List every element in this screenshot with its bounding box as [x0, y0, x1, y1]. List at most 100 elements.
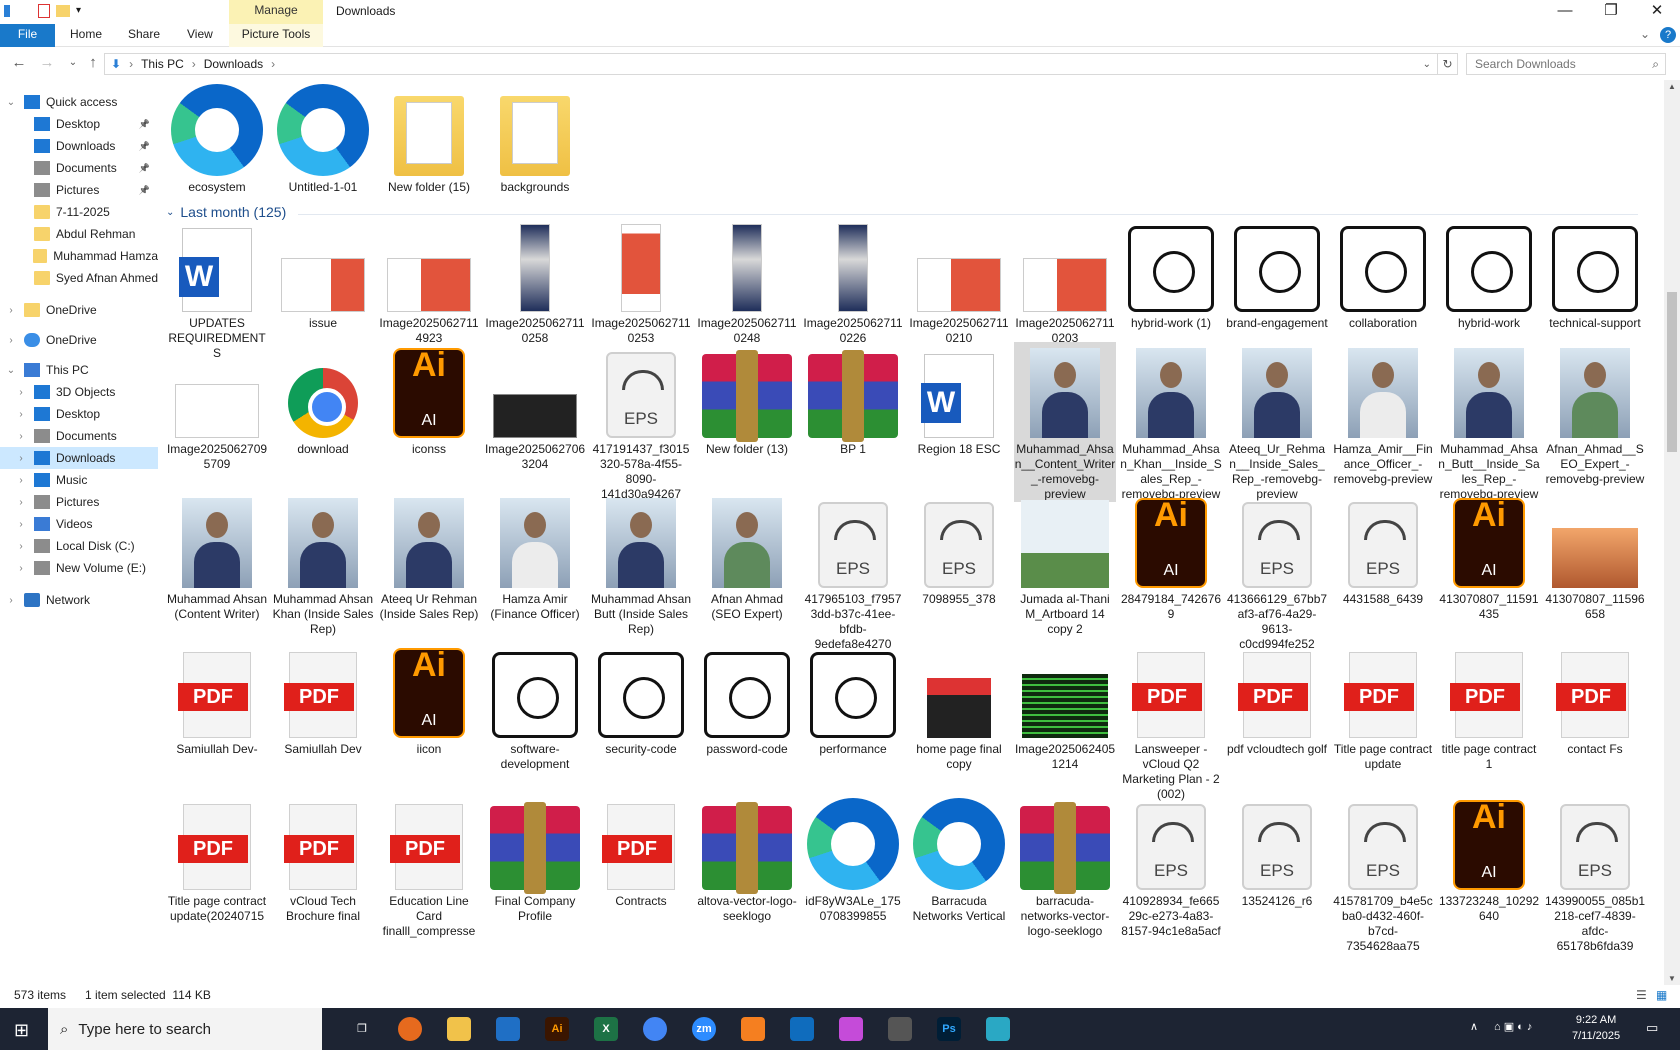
scroll-up-icon[interactable]: ▲ — [1668, 82, 1676, 91]
scrollbar-thumb[interactable] — [1667, 292, 1677, 452]
chrome-icon[interactable] — [643, 1017, 667, 1041]
xampp-icon[interactable] — [741, 1017, 765, 1041]
outlook-icon[interactable] — [790, 1017, 814, 1041]
clock[interactable]: 9:22 AM 7/11/2025 — [1572, 1012, 1620, 1044]
file-item[interactable]: collaboration — [1332, 216, 1434, 331]
start-windows-icon[interactable]: ⊞ — [14, 1020, 29, 1041]
file-item[interactable]: New folder (13) — [696, 342, 798, 457]
file-item[interactable]: PDF pdf vcloudtech golf — [1226, 642, 1328, 757]
file-item[interactable]: EPS 4431588_6439 — [1332, 492, 1434, 607]
nav-item-network[interactable]: › Network — [0, 589, 158, 611]
file-item[interactable]: Muhammad_Ahsan_Butt__Inside_Sales_Rep_-r… — [1438, 342, 1540, 502]
nav-item-new-volume-e[interactable]: › New Volume (E:) — [0, 557, 158, 579]
file-item[interactable]: PDF Lansweeper - vCloud Q2 Marketing Plan… — [1120, 642, 1222, 802]
up-arrow-icon[interactable]: ↑ — [84, 54, 102, 72]
search-input[interactable] — [1475, 57, 1645, 71]
file-item[interactable]: Image20250627110253 — [590, 216, 692, 346]
file-item[interactable]: Muhammad Ahsan Khan (Inside Sales Rep) — [272, 492, 374, 637]
pin-icon[interactable]: 📌 — [139, 141, 150, 152]
recent-locations-chevron-icon[interactable]: ⌄ — [64, 54, 82, 72]
file-item[interactable]: EPS 143990055_085b1218-cef7-4839-afdc-651… — [1544, 794, 1646, 954]
file-item[interactable]: PDF vCloud Tech Brochure final — [272, 794, 374, 924]
chevron-right-icon[interactable]: › — [4, 595, 18, 606]
pin-icon[interactable]: 📌 — [139, 185, 150, 196]
file-item[interactable]: PDF Education Line Card finalll_compresse — [378, 794, 480, 939]
photoshop-icon[interactable]: Ps — [937, 1017, 961, 1041]
chevron-right-icon[interactable]: › — [14, 409, 28, 420]
file-item[interactable]: issue — [272, 216, 374, 331]
nav-item-music[interactable]: › Music — [0, 469, 158, 491]
file-item[interactable]: Image20250627110226 — [802, 216, 904, 346]
file-item[interactable]: Hamza Amir (Finance Officer) — [484, 492, 586, 622]
nav-item-downloads[interactable]: Downloads 📌 — [0, 135, 158, 157]
file-item[interactable]: Ateeq_Ur_Rehman__Inside_Sales_Rep_-remov… — [1226, 342, 1328, 502]
large-icons-view-icon[interactable]: ▦ — [1656, 988, 1667, 1002]
file-item[interactable]: altova-vector-logo-seeklogo — [696, 794, 798, 924]
file-item[interactable]: Image2025062405 1214 — [1014, 642, 1116, 772]
file-item[interactable]: EPS 13524126_r6 — [1226, 794, 1328, 909]
file-item[interactable]: hybrid-work (1) — [1120, 216, 1222, 331]
nav-item-7-11-2025[interactable]: 7-11-2025 — [0, 201, 158, 223]
nav-item-pictures[interactable]: › Pictures — [0, 491, 158, 513]
file-item[interactable]: backgrounds — [484, 80, 586, 195]
file-item[interactable]: EPS 7098955_378 — [908, 492, 1010, 607]
file-item[interactable]: Jumada al-Thani M_Artboard 14 copy 2 — [1014, 492, 1116, 637]
maximize-button[interactable]: ❐ — [1588, 0, 1634, 24]
file-item[interactable]: hybrid-work — [1438, 216, 1540, 331]
file-item[interactable]: Image20250627095709 — [166, 342, 268, 472]
file-item[interactable]: PDF Samiullah Dev- — [166, 642, 268, 757]
tray-icons[interactable]: ⌂ ▣ ◐ ♪ — [1494, 1020, 1532, 1033]
close-button[interactable]: ✕ — [1634, 0, 1680, 24]
back-arrow-icon[interactable]: ← — [10, 54, 28, 72]
properties-check-icon[interactable] — [38, 4, 50, 18]
pin-icon[interactable]: 📌 — [139, 119, 150, 130]
file-item[interactable]: W Region 18 ESC — [908, 342, 1010, 457]
file-item[interactable]: EPS 417965103_f79573dd-b37c-41ee-bfdb-9ed… — [802, 492, 904, 652]
app-icon[interactable] — [986, 1017, 1010, 1041]
file-item[interactable]: ecosystem — [166, 80, 268, 195]
address-bar[interactable]: ⬇ › This PC › Downloads › ⌄ — [104, 53, 1438, 75]
nav-item-muhammad-hamza[interactable]: Muhammad Hamza — [0, 245, 158, 267]
tab-picture-tools[interactable]: Picture Tools — [229, 24, 323, 47]
file-item[interactable]: password-code — [696, 642, 798, 757]
tab-file[interactable]: File — [0, 24, 55, 47]
nav-item-this-pc[interactable]: ⌄ This PC — [0, 359, 158, 381]
file-item[interactable]: Ateeq Ur Rehman (Inside Sales Rep) — [378, 492, 480, 622]
breadcrumb-this-pc[interactable]: This PC — [141, 57, 184, 71]
file-item[interactable]: barracuda-networks-vector-logo-seeklogo — [1014, 794, 1116, 939]
scroll-down-icon[interactable]: ▼ — [1668, 974, 1676, 983]
file-item[interactable]: Untitled-1-01 — [272, 80, 374, 195]
file-item[interactable]: Muhammad_Ahsan__Content_Writer_-removebg… — [1014, 342, 1116, 502]
vertical-scrollbar[interactable]: ▲ ▼ — [1664, 80, 1680, 985]
forward-arrow-icon[interactable]: → — [38, 54, 56, 72]
chevron-right-icon[interactable]: › — [4, 305, 18, 316]
file-item[interactable]: PDF contact Fs — [1544, 642, 1646, 757]
breadcrumb-downloads[interactable]: Downloads — [204, 57, 263, 71]
chevron-right-icon[interactable]: › — [14, 497, 28, 508]
chevron-right-icon[interactable]: › — [14, 541, 28, 552]
chevron-right-icon[interactable]: › — [14, 563, 28, 574]
illustrator-icon[interactable]: Ai — [545, 1017, 569, 1041]
task-view-icon[interactable]: ❐ — [350, 1017, 374, 1041]
chevron-right-icon[interactable]: › — [14, 519, 28, 530]
file-item[interactable]: Ai AI 413070807_11591435 — [1438, 492, 1540, 622]
tab-home[interactable]: Home — [70, 24, 102, 47]
file-item[interactable]: Ai AI 28479184_7426769 — [1120, 492, 1222, 622]
chevron-right-icon[interactable]: › — [14, 475, 28, 486]
file-item[interactable]: Image20250627063204 — [484, 342, 586, 472]
file-item[interactable]: Ai AI 133723248_10292640 — [1438, 794, 1540, 924]
file-item[interactable]: security-code — [590, 642, 692, 757]
vscode-icon[interactable] — [496, 1017, 520, 1041]
chevron-down-icon[interactable]: ⌄ — [4, 365, 18, 376]
zoom-icon[interactable]: zm — [692, 1017, 716, 1041]
file-item[interactable]: EPS 413666129_67bb7af3-af76-4a29-9613-c0c… — [1226, 492, 1328, 652]
search-box[interactable]: ⌕ — [1466, 53, 1666, 75]
firefox-icon[interactable] — [398, 1017, 422, 1041]
file-item[interactable]: Ai AI iconss — [378, 342, 480, 457]
nav-item-videos[interactable]: › Videos — [0, 513, 158, 535]
file-item[interactable]: idF8yW3ALe_1750708399855 — [802, 794, 904, 924]
file-item[interactable]: W UPDATES REQUIREDMENTS — [166, 216, 268, 361]
new-folder-icon[interactable] — [56, 5, 70, 17]
nav-item-pictures[interactable]: Pictures 📌 — [0, 179, 158, 201]
nav-item-onedrive[interactable]: › OneDrive — [0, 299, 158, 321]
